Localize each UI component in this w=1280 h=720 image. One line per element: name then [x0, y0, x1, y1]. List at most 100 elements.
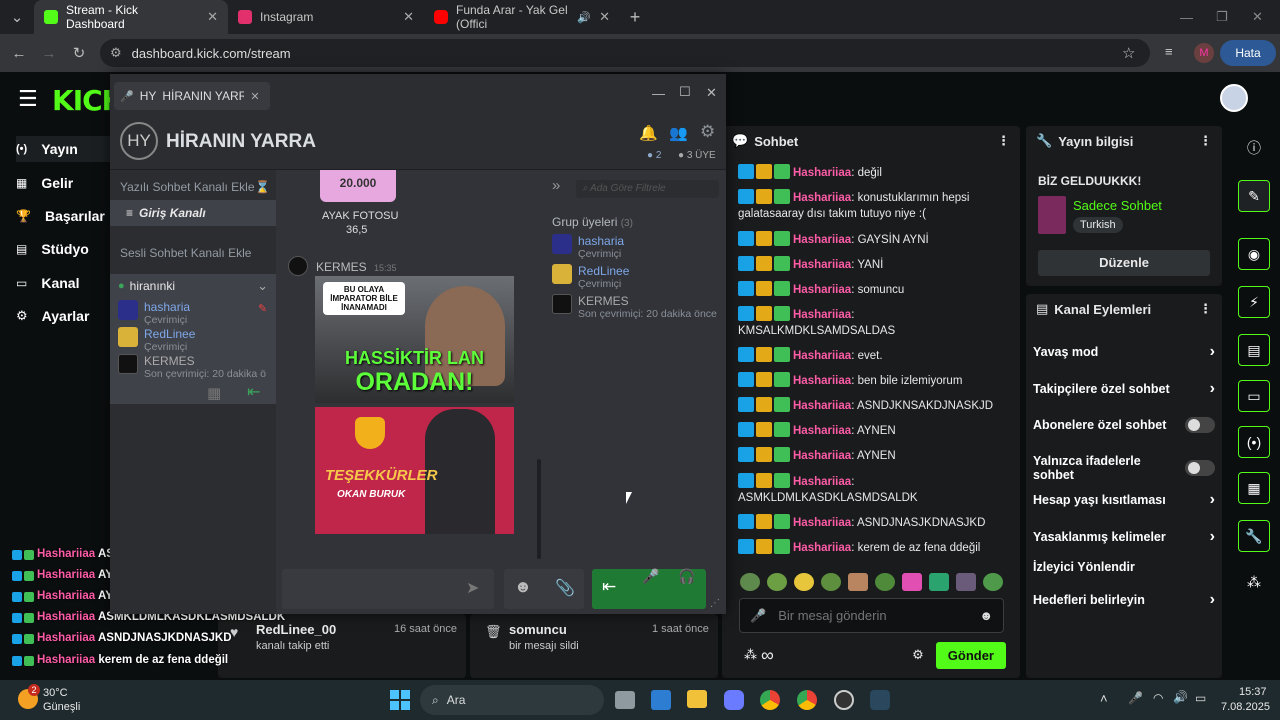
chevron-down-icon[interactable]: ⌄: [257, 278, 268, 294]
chevron-up-icon[interactable]: ˄: [1100, 691, 1108, 706]
more-options-icon[interactable]: ⋮: [1199, 301, 1212, 317]
meme-image[interactable]: BU OLAYA İMPARATOR BİLE İNANAMADI HASSİK…: [315, 276, 514, 403]
chat-username[interactable]: Hashariiaa: [793, 259, 851, 271]
close-window-icon[interactable]: ✕: [1252, 9, 1263, 25]
copilot-icon[interactable]: [724, 690, 744, 710]
url-bar[interactable]: ⚙ dashboard.kick.com/stream ☆: [100, 39, 1150, 67]
sidebar-item-yayin[interactable]: (•) Yayın: [16, 136, 116, 162]
group-member[interactable]: RedLinee Çevrimiçi: [552, 264, 629, 290]
voice-member[interactable]: KERMES Son çevrimiçi: 20 dakika ö: [118, 354, 269, 380]
grid-dots-icon[interactable]: ⁂: [1238, 566, 1270, 598]
back-icon[interactable]: ←: [4, 45, 34, 62]
channel-action-item[interactable]: Hedefleri belirleyin ›: [1033, 591, 1215, 609]
close-tab-icon[interactable]: ✕: [403, 9, 414, 25]
chat-username[interactable]: Hashariiaa: [793, 517, 851, 529]
channel-action-item[interactable]: İzleyici Yönlendir: [1033, 560, 1215, 574]
task-view-icon[interactable]: [615, 691, 635, 709]
note-icon[interactable]: ▤: [1238, 334, 1270, 366]
edit-button[interactable]: Düzenle: [1038, 250, 1210, 276]
chat-username[interactable]: Hashariiaa: [793, 542, 851, 554]
close-tab-icon[interactable]: ✕: [207, 9, 218, 25]
chrome-icon[interactable]: [760, 690, 780, 710]
emote-icon[interactable]: [875, 573, 895, 591]
wifi-icon[interactable]: ◠: [1153, 691, 1163, 705]
close-tab-icon[interactable]: ✕: [250, 90, 259, 103]
start-icon[interactable]: [390, 690, 410, 710]
chat-username[interactable]: Hashariiaa: [793, 234, 851, 246]
site-info-icon[interactable]: ⚙: [110, 45, 122, 61]
tab-instagram[interactable]: Instagram ✕: [228, 0, 424, 34]
microphone-icon[interactable]: 🎤: [642, 568, 659, 585]
forward-icon[interactable]: →: [34, 45, 64, 62]
more-options-icon[interactable]: ⋮: [997, 133, 1010, 149]
toggle-switch[interactable]: [1185, 460, 1215, 476]
speaker-icon[interactable]: 🔊: [577, 11, 591, 24]
chat-username[interactable]: Hashariiaa: [793, 450, 851, 462]
battery-icon[interactable]: ▭: [1195, 691, 1206, 705]
clock-date[interactable]: 7.08.2025: [1221, 701, 1270, 713]
channel-action-item[interactable]: Yalnızca ifadelerle sohbet: [1033, 454, 1215, 482]
group-member[interactable]: KERMES Son çevrimiçi: 20 dakika önce: [552, 294, 717, 320]
minimize-icon[interactable]: —: [1180, 10, 1193, 25]
taskbar-search[interactable]: ⌕ Ara: [420, 685, 604, 715]
channel-action-item[interactable]: Yavaş mod ›: [1033, 343, 1215, 361]
calendar-icon[interactable]: ▦: [207, 384, 221, 402]
edit-pencil-icon[interactable]: ✎: [1238, 180, 1270, 212]
sidebar-item-studyo[interactable]: ▤ Stüdyo: [16, 241, 89, 257]
add-text-channel[interactable]: Yazılı Sohbet Kanalı Ekle ⌛: [120, 180, 270, 194]
chat-username[interactable]: Hashariiaa: [793, 476, 851, 488]
chat-input-box[interactable]: 🎤 ☻: [739, 598, 1004, 633]
collapse-icon[interactable]: »: [552, 177, 560, 194]
emote-icon[interactable]: [767, 573, 787, 591]
emote-icon[interactable]: [794, 573, 814, 591]
chat-username[interactable]: Hashariiaa: [793, 192, 851, 204]
emote-icon[interactable]: [956, 573, 976, 591]
headphones-icon[interactable]: 🎧: [678, 568, 695, 585]
sidebar-item-basarilar[interactable]: 🏆 Başarılar: [16, 208, 105, 224]
voice-member[interactable]: hasharia Çevrimiçi: [118, 300, 190, 326]
leave-icon[interactable]: ⇤: [247, 382, 260, 402]
microphone-icon[interactable]: 🎤: [1128, 691, 1143, 705]
channel-action-item[interactable]: Abonelere özel sohbet: [1033, 417, 1215, 433]
activity-user[interactable]: somuncu: [509, 622, 567, 637]
clock-time[interactable]: 15:37: [1239, 686, 1267, 698]
text-channel-item[interactable]: ≡ Giriş Kanalı: [110, 200, 276, 226]
emote-icon[interactable]: [983, 573, 1003, 591]
attachment-icon[interactable]: 📎: [555, 578, 575, 598]
message-input[interactable]: [282, 569, 494, 609]
sidebar-item-kanal[interactable]: ▭ Kanal: [16, 275, 79, 291]
tab-list-icon[interactable]: ⌄: [0, 8, 34, 26]
info-icon[interactable]: ⓘ: [1238, 132, 1270, 164]
group-member[interactable]: hasharia Çevrimiçi: [552, 234, 624, 260]
sidebar-item-gelir[interactable]: ▦ Gelir: [16, 175, 73, 191]
meme-image[interactable]: TEŞEKKÜRLER OKAN BURUK: [315, 407, 514, 534]
chat-username[interactable]: Hashariiaa: [793, 375, 851, 387]
camera-icon[interactable]: ◉: [1238, 238, 1270, 270]
maximize-icon[interactable]: ❐: [1216, 9, 1228, 25]
channel-action-item[interactable]: Takipçilere özel sohbet ›: [1033, 380, 1215, 398]
window-tab[interactable]: 🎤 HY HİRANIN YARRA ✕: [114, 82, 270, 110]
chat-username[interactable]: Hashariiaa: [793, 400, 851, 412]
category-link[interactable]: Sadece Sohbet: [1073, 198, 1162, 213]
chat-username[interactable]: Hashariiaa: [793, 167, 851, 179]
emoji-icon[interactable]: ☻: [514, 577, 532, 597]
media-control-icon[interactable]: ≡: [1165, 44, 1173, 59]
send-arrow-icon[interactable]: ➤: [466, 578, 479, 598]
more-options-icon[interactable]: ⋮: [1199, 133, 1212, 149]
layout-icon[interactable]: ▦: [1238, 472, 1270, 504]
minimize-icon[interactable]: —: [652, 86, 665, 101]
voice-channel-header[interactable]: ● hiranınki ⌄: [110, 274, 276, 298]
close-tab-icon[interactable]: ✕: [599, 9, 610, 25]
leave-voice-icon[interactable]: ⇤: [602, 577, 616, 597]
tab-youtube[interactable]: Funda Arar - Yak Gel (Offici 🔊 ✕: [424, 0, 620, 34]
emote-icon[interactable]: [902, 573, 922, 591]
obs-icon[interactable]: [834, 690, 854, 710]
chat-username[interactable]: Hashariiaa: [793, 284, 851, 296]
steam-icon[interactable]: [870, 690, 890, 710]
chat-username[interactable]: Hashariiaa: [793, 309, 851, 321]
explorer-icon[interactable]: [687, 690, 707, 708]
chat-input[interactable]: [778, 608, 968, 623]
settings-gear-icon[interactable]: ⚙: [700, 122, 715, 142]
add-member-icon[interactable]: 👥: [669, 124, 688, 142]
chat-settings-icon[interactable]: ⚙: [912, 647, 924, 663]
